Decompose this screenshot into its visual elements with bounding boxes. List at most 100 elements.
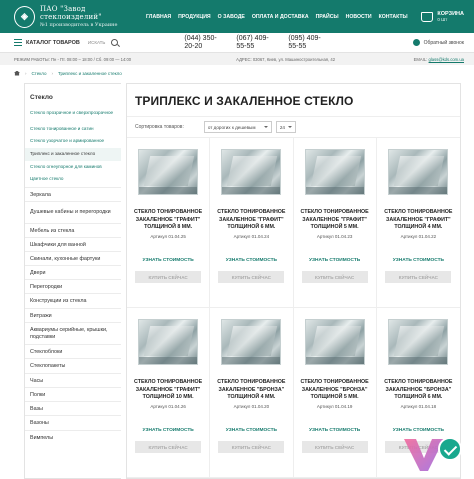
product-card[interactable]: СТЕКЛО ТОНИРОВАННОЕ ЗАКАЛЕННОЕ "ГРАФИТ" …	[210, 138, 294, 308]
product-name[interactable]: СТЕКЛО ТОНИРОВАННОЕ ЗАКАЛЕННОЕ "ГРАФИТ" …	[382, 209, 454, 232]
nav-products[interactable]: ПРОДУКЦИЯ	[178, 14, 211, 20]
sidebar-subitem[interactable]: Цветное стекло	[25, 173, 121, 187]
sort-label: Сортировка товаров:	[135, 124, 184, 130]
nav-prices[interactable]: ПРАЙСЫ	[316, 14, 339, 20]
per-page-select[interactable]: 24	[275, 121, 296, 133]
product-card[interactable]: СТЕКЛО ТОНИРОВАННОЕ ЗАКАЛЕННОЕ "ГРАФИТ" …	[127, 308, 211, 478]
sidebar-subitem-active[interactable]: Триплекс и закаленное стекло	[25, 148, 121, 161]
buy-now-button[interactable]: КУПИТЬ СЕЙЧАС	[218, 441, 285, 453]
nav-contacts[interactable]: КОНТАКТЫ	[379, 14, 408, 20]
product-card[interactable]: СТЕКЛО ТОНИРОВАННОЕ ЗАКАЛЕННОЕ "ГРАФИТ" …	[376, 138, 460, 308]
product-image[interactable]	[138, 319, 199, 365]
sidebar-item[interactable]: Шкафчики для ванной	[25, 237, 121, 251]
sidebar-item[interactable]: Стеклоблоки	[25, 344, 121, 358]
get-price-button[interactable]: УЗНАТЬ СТОИМОСТЬ	[226, 258, 277, 263]
phone-icon	[412, 39, 420, 46]
working-hours: РЕЖИМ РАБОТЫ: Пн - Пт. 08:00 – 18:00 / С…	[14, 56, 132, 62]
nav-news[interactable]: НОВОСТИ	[346, 14, 372, 20]
sidebar-item[interactable]: Мебель из стекла	[25, 223, 121, 237]
get-price-button[interactable]: УЗНАТЬ СТОИМОСТЬ	[143, 428, 194, 433]
category-sidebar: Стекло Стекло прозрачное и сверхпрозрачн…	[24, 83, 121, 479]
get-price-button[interactable]: УЗНАТЬ СТОИМОСТЬ	[226, 428, 277, 433]
logo[interactable]: ◈ ПАО "Завод стеклоизделий" №1 производи…	[14, 5, 144, 28]
sidebar-subitem[interactable]: Стекло тонированное и сатин	[25, 123, 121, 135]
email-link[interactable]: glass@kds.com.ua	[429, 57, 464, 62]
nav-about[interactable]: О ЗАВОДЕ	[218, 14, 245, 20]
product-image[interactable]	[304, 149, 365, 195]
product-name[interactable]: СТЕКЛО ТОНИРОВАННОЕ ЗАКАЛЕННОЕ "ГРАФИТ" …	[132, 379, 204, 402]
product-image[interactable]	[304, 319, 365, 365]
watermark-logo	[404, 429, 470, 471]
buy-now-button[interactable]: КУПИТЬ СЕЙЧАС	[135, 441, 202, 453]
product-article: Артикул 01.04.25	[150, 234, 186, 239]
sidebar-item[interactable]: Вимпелы	[25, 430, 121, 444]
product-card[interactable]: СТЕКЛО ТОНИРОВАННОЕ ЗАКАЛЕННОЕ "ГРАФИТ" …	[127, 138, 211, 308]
sidebar-item[interactable]: Вазы	[25, 401, 121, 415]
product-name[interactable]: СТЕКЛО ТОНИРОВАННОЕ ЗАКАЛЕННОЕ "БРОНЗА" …	[382, 379, 454, 402]
nav-home[interactable]: ГЛАВНАЯ	[146, 14, 171, 20]
product-name[interactable]: СТЕКЛО ТОНИРОВАННОЕ ЗАКАЛЕННОЕ "БРОНЗА" …	[215, 379, 287, 402]
product-name[interactable]: СТЕКЛО ТОНИРОВАННОЕ ЗАКАЛЕННОЕ "ГРАФИТ" …	[299, 209, 371, 232]
breadcrumb-separator: ›	[25, 70, 27, 76]
product-image[interactable]	[221, 319, 282, 365]
menu-icon[interactable]	[14, 39, 22, 46]
search-icon[interactable]	[111, 39, 119, 46]
product-name[interactable]: СТЕКЛО ТОНИРОВАННОЕ ЗАКАЛЕННОЕ "ГРАФИТ" …	[215, 209, 287, 232]
product-card[interactable]: СТЕКЛО ТОНИРОВАННОЕ ЗАКАЛЕННОЕ "БРОНЗА" …	[293, 308, 377, 478]
buy-now-button[interactable]: КУПИТЬ СЕЙЧАС	[385, 271, 452, 283]
product-image[interactable]	[138, 149, 199, 195]
phone-number[interactable]: (095) 409-55-55	[288, 35, 328, 51]
get-price-button[interactable]: УЗНАТЬ СТОИМОСТЬ	[143, 258, 194, 263]
get-price-button[interactable]: УЗНАТЬ СТОИМОСТЬ	[309, 428, 360, 433]
sidebar-item[interactable]: Конструкции из стекла	[25, 293, 121, 308]
product-image[interactable]	[388, 149, 449, 195]
buy-now-button[interactable]: КУПИТЬ СЕЙЧАС	[135, 271, 202, 283]
product-card[interactable]: СТЕКЛО ТОНИРОВАННОЕ ЗАКАЛЕННОЕ "ГРАФИТ" …	[293, 138, 377, 308]
sidebar-subitem[interactable]: Стекло огнеупорное для каминов	[25, 161, 121, 173]
get-price-button[interactable]: УЗНАТЬ СТОИМОСТЬ	[309, 258, 360, 263]
catalog-bar: КАТАЛОГ ТОВАРОВ ИСКАТЬ (044) 350-20-20 (…	[0, 33, 474, 53]
sort-select[interactable]: от дорогих к дешевым	[203, 121, 272, 133]
logo-name: ПАО "Завод стеклоизделий"	[39, 5, 102, 21]
get-price-button[interactable]: УЗНАТЬ СТОИМОСТЬ	[393, 258, 444, 263]
checkmark-icon	[438, 437, 462, 461]
nav-payment-delivery[interactable]: ОПЛАТА И ДОСТАВКА	[252, 14, 309, 20]
sidebar-item[interactable]: Душевые кабины и перегородки	[25, 201, 121, 223]
catalog-button[interactable]: КАТАЛОГ ТОВАРОВ	[26, 40, 80, 46]
sidebar-subitem[interactable]: Стекло прозрачное и сверхпрозрачное	[25, 107, 121, 123]
page-title: ТРИПЛЕКС И ЗАКАЛЕННОЕ СТЕКЛО	[135, 94, 354, 108]
sidebar-item[interactable]: Зеркала	[25, 187, 121, 201]
cart-button[interactable]: КОРЗИНА 0 Шт	[421, 11, 464, 22]
sidebar-subitem[interactable]: Стекло узорчатое и армированное	[25, 135, 121, 148]
breadcrumb-glass[interactable]: Стекло	[32, 71, 47, 76]
product-image[interactable]	[221, 149, 282, 195]
sidebar-item[interactable]: Двери	[25, 265, 121, 279]
buy-now-button[interactable]: КУПИТЬ СЕЙЧАС	[301, 441, 368, 453]
product-listing: ТРИПЛЕКС И ЗАКАЛЕННОЕ СТЕКЛО Сортировка …	[126, 83, 461, 479]
product-name[interactable]: СТЕКЛО ТОНИРОВАННОЕ ЗАКАЛЕННОЕ "ГРАФИТ" …	[132, 209, 204, 232]
buy-now-button[interactable]: КУПИТЬ СЕЙЧАС	[218, 271, 285, 283]
search-input[interactable]: ИСКАТЬ	[88, 40, 105, 45]
cart-icon	[421, 11, 434, 22]
product-article: Артикул 01.04.20	[233, 404, 270, 409]
product-name[interactable]: СТЕКЛО ТОНИРОВАННОЕ ЗАКАЛЕННОЕ "БРОНЗА" …	[299, 379, 371, 402]
product-image[interactable]	[388, 319, 449, 365]
sidebar-item[interactable]: Витражи	[25, 308, 121, 322]
sidebar-item[interactable]: Аквариумы серийные, крышки, подставки	[25, 322, 121, 344]
product-article: Артикул 01.04.23	[316, 234, 353, 239]
sidebar-item[interactable]: Стеклопакеты	[25, 358, 121, 373]
sidebar-item[interactable]: Перегородки	[25, 279, 121, 293]
sidebar-item[interactable]: Вазоны	[25, 415, 121, 430]
buy-now-button[interactable]: КУПИТЬ СЕЙЧАС	[301, 271, 368, 283]
phone-number[interactable]: (044) 350-20-20	[184, 35, 224, 51]
sort-bar: Сортировка товаров: от дорогих к дешевым…	[127, 116, 460, 138]
phone-number[interactable]: (067) 409-55-55	[236, 35, 276, 51]
phone-list: (044) 350-20-20 (067) 409-55-55 (095) 40…	[184, 35, 328, 51]
product-card[interactable]: СТЕКЛО ТОНИРОВАННОЕ ЗАКАЛЕННОЕ "БРОНЗА" …	[210, 308, 294, 478]
sidebar-item[interactable]: Скинали, кухонные фартуки	[25, 251, 121, 265]
callback-button[interactable]: Обратный звонок	[412, 39, 464, 46]
sidebar-item[interactable]: Часы	[25, 373, 121, 387]
home-icon[interactable]	[14, 70, 20, 76]
sidebar-item[interactable]: Полки	[25, 387, 121, 401]
sidebar-heading[interactable]: Стекло	[25, 84, 121, 107]
